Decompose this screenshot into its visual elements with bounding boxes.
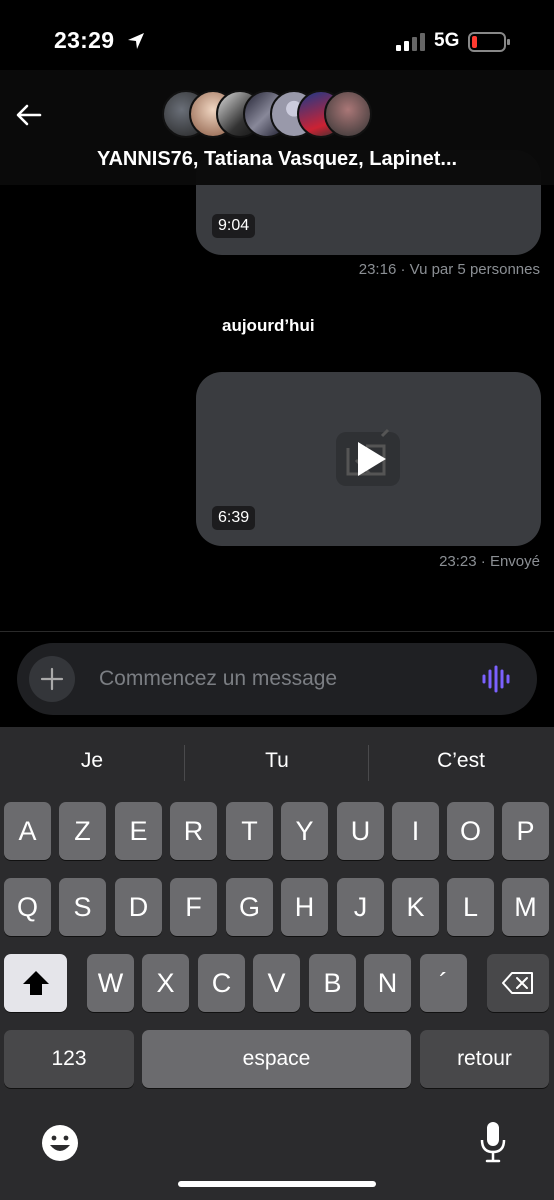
- key-v[interactable]: V: [253, 954, 300, 1012]
- message-composer: [17, 643, 537, 715]
- participant-avatars[interactable]: [162, 90, 394, 138]
- suggestion-item[interactable]: Je: [0, 749, 184, 773]
- shift-key[interactable]: [4, 954, 67, 1012]
- key-c[interactable]: C: [198, 954, 245, 1012]
- backspace-icon: [502, 972, 533, 994]
- emoji-icon[interactable]: [40, 1123, 80, 1163]
- key-acute-accent[interactable]: ´: [420, 954, 467, 1012]
- message-status: · Envoyé: [480, 553, 540, 570]
- video-duration: 9:04: [212, 214, 256, 238]
- status-time: 23:29: [54, 27, 115, 53]
- key-e[interactable]: E: [115, 802, 162, 860]
- video-message[interactable]: 6:39: [196, 372, 541, 546]
- delete-key[interactable]: [487, 954, 549, 1012]
- message-time: 23:16: [358, 261, 397, 278]
- key-t[interactable]: T: [226, 802, 273, 860]
- key-z[interactable]: Z: [59, 802, 106, 860]
- numbers-key[interactable]: 123: [4, 1030, 134, 1088]
- day-separator: aujourd’hui: [222, 316, 315, 335]
- key-n[interactable]: N: [364, 954, 411, 1012]
- message-meta: 23:16 · Vu par 5 personnes: [359, 261, 540, 278]
- message-status: · Vu par 5 personnes: [400, 261, 540, 278]
- play-icon[interactable]: [326, 424, 410, 494]
- key-f[interactable]: F: [170, 878, 217, 936]
- return-key[interactable]: retour: [420, 1030, 549, 1088]
- key-o[interactable]: O: [447, 802, 494, 860]
- conversation-title[interactable]: YANNIS76, Tatiana Vasquez, Lapinet...: [0, 148, 554, 171]
- key-i[interactable]: I: [392, 802, 439, 860]
- back-arrow-icon[interactable]: [12, 98, 46, 132]
- plus-icon: [40, 667, 64, 691]
- key-u[interactable]: U: [337, 802, 384, 860]
- key-a[interactable]: A: [4, 802, 51, 860]
- message-input[interactable]: [99, 643, 459, 715]
- network-label: 5G: [434, 30, 460, 51]
- avatar: [324, 90, 372, 138]
- key-h[interactable]: H: [281, 878, 328, 936]
- signal-bars-icon: [396, 33, 425, 51]
- home-indicator[interactable]: [178, 1181, 376, 1187]
- key-s[interactable]: S: [59, 878, 106, 936]
- battery-icon: [468, 32, 510, 52]
- suggestion-item[interactable]: C’est: [369, 749, 553, 773]
- key-w[interactable]: W: [87, 954, 134, 1012]
- key-j[interactable]: J: [337, 878, 384, 936]
- key-p[interactable]: P: [502, 802, 549, 860]
- key-g[interactable]: G: [226, 878, 273, 936]
- key-r[interactable]: R: [170, 802, 217, 860]
- voice-message-icon[interactable]: [481, 665, 513, 693]
- key-q[interactable]: Q: [4, 878, 51, 936]
- key-m[interactable]: M: [502, 878, 549, 936]
- add-media-button[interactable]: [29, 656, 75, 702]
- key-b[interactable]: B: [309, 954, 356, 1012]
- key-k[interactable]: K: [392, 878, 439, 936]
- key-d[interactable]: D: [115, 878, 162, 936]
- key-l[interactable]: L: [447, 878, 494, 936]
- video-duration: 6:39: [212, 506, 256, 530]
- key-y[interactable]: Y: [281, 802, 328, 860]
- shift-arrow-icon: [22, 971, 49, 995]
- keyboard: Je Tu C’est A Z E R T Y U I O P Q S D F …: [0, 727, 554, 1200]
- message-meta: 23:23 · Envoyé: [439, 553, 540, 570]
- message-time: 23:23: [439, 553, 477, 570]
- divider: [0, 631, 554, 632]
- location-arrow-icon: [128, 33, 144, 49]
- microphone-icon[interactable]: [478, 1120, 508, 1164]
- space-key[interactable]: espace: [142, 1030, 411, 1088]
- suggestion-item[interactable]: Tu: [185, 749, 369, 773]
- key-x[interactable]: X: [142, 954, 189, 1012]
